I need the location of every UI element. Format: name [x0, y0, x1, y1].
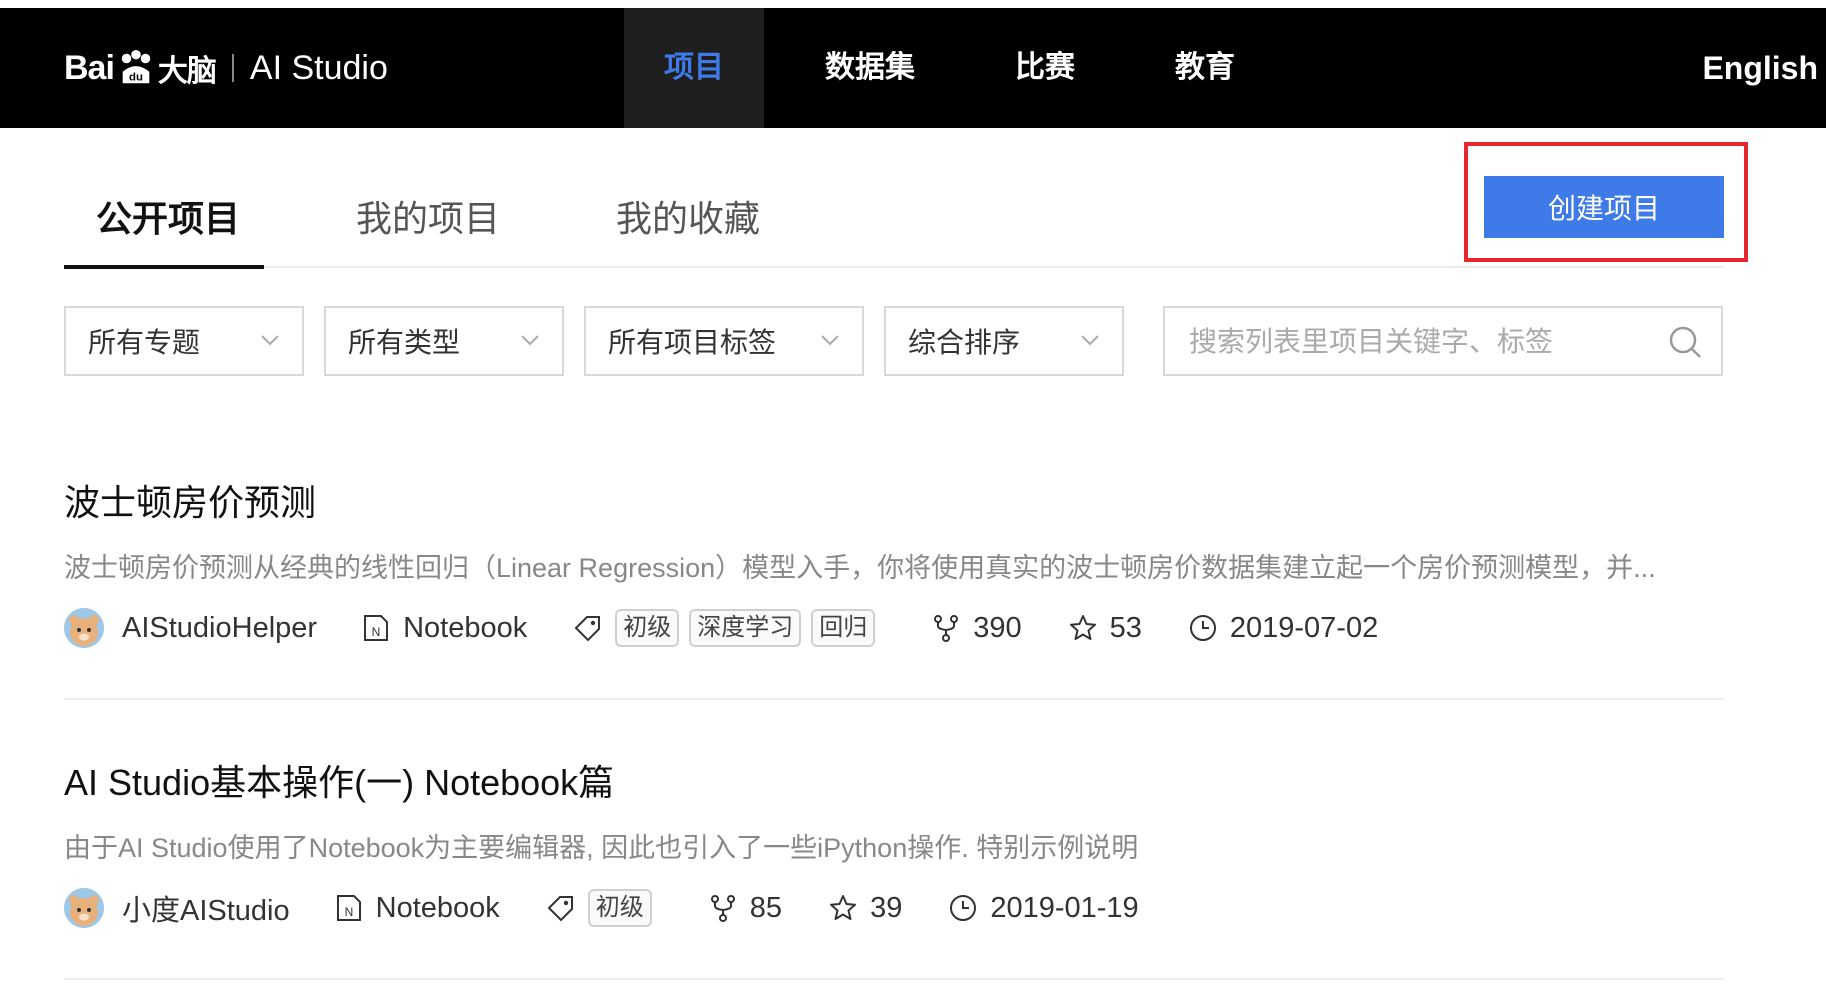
- project-description: 波士顿房价预测从经典的线性回归（Linear Regression）模型入手，你…: [64, 553, 1656, 583]
- tag-filter-dropdown[interactable]: 所有项目标签: [584, 306, 864, 376]
- project-title[interactable]: 波士顿房价预测: [64, 474, 1724, 526]
- logo-ai-studio-text: AI Studio: [249, 48, 388, 87]
- star-icon[interactable]: [828, 893, 858, 923]
- logo-baidu-text: Bai: [64, 48, 115, 87]
- project-divider: [64, 698, 1724, 700]
- star-count: 39: [870, 891, 903, 924]
- notebook-icon: N: [336, 895, 361, 921]
- project-title[interactable]: AI Studio基本操作(一) Notebook篇: [64, 754, 1724, 806]
- avatar[interactable]: [64, 888, 104, 928]
- tag-icon: [547, 896, 573, 922]
- logo-divider: [231, 54, 234, 82]
- project-divider: [64, 978, 1724, 980]
- nav-item-education[interactable]: 教育: [1130, 8, 1280, 128]
- project-date: 2019-07-02: [1229, 611, 1379, 644]
- fork-icon: [710, 895, 735, 922]
- project-item[interactable]: 波士顿房价预测 波士顿房价预测从经典的线性回归（Linear Regressio…: [64, 474, 1724, 648]
- tab-my-projects[interactable]: 我的项目: [356, 190, 500, 242]
- type-filter-dropdown[interactable]: 所有类型: [324, 306, 564, 376]
- tag-badge[interactable]: 回归: [811, 609, 876, 647]
- sort-value: 综合排序: [908, 327, 1021, 358]
- tag-icon: [574, 616, 601, 642]
- project-date: 2019-01-19: [990, 891, 1139, 924]
- baidu-paw-icon: du: [121, 49, 151, 83]
- search-icon[interactable]: [1667, 324, 1703, 360]
- project-meta: AIStudioHelper N Notebook 初级 深度学习 回归 390…: [64, 606, 1378, 650]
- sort-dropdown[interactable]: 综合排序: [884, 306, 1124, 376]
- fork-icon: [934, 615, 959, 642]
- nav-item-datasets[interactable]: 数据集: [790, 8, 950, 128]
- type-filter-value: 所有类型: [348, 327, 461, 358]
- author-name[interactable]: 小度AIStudio: [122, 887, 290, 929]
- logo-paw-text: du: [129, 71, 143, 83]
- top-nav-bar: Bai du 大脑 AI Studio 项目 数据集 比赛 教育 English: [0, 8, 1826, 128]
- tag-badge[interactable]: 初级: [587, 889, 652, 927]
- chevron-down-icon: [521, 335, 539, 346]
- topic-filter-dropdown[interactable]: 所有专题: [64, 306, 304, 376]
- notebook-icon: N: [364, 615, 389, 641]
- star-icon[interactable]: [1068, 613, 1098, 643]
- chevron-down-icon: [261, 335, 279, 346]
- fork-count: 85: [749, 891, 783, 924]
- active-tab-indicator: [64, 265, 264, 269]
- baidu-ai-studio-logo[interactable]: Bai du 大脑 AI Studio: [64, 36, 388, 100]
- bear-avatar-icon: [64, 608, 104, 648]
- bear-avatar-icon: [64, 888, 104, 928]
- svg-text:N: N: [372, 625, 381, 639]
- create-project-button[interactable]: 创建项目: [1484, 176, 1724, 238]
- chevron-down-icon: [821, 335, 839, 346]
- project-meta: 小度AIStudio N Notebook 初级 85 39 2019-01-1…: [64, 886, 1139, 930]
- logo-brain-text: 大脑: [157, 55, 217, 88]
- clock-icon: [950, 895, 977, 921]
- tab-my-favorites[interactable]: 我的收藏: [616, 190, 760, 242]
- project-type: Notebook: [403, 611, 528, 644]
- chevron-down-icon: [1081, 335, 1099, 346]
- fork-count: 390: [973, 611, 1022, 644]
- tab-public-projects[interactable]: 公开项目: [96, 190, 240, 242]
- search-input[interactable]: [1187, 308, 1651, 376]
- nav-item-projects[interactable]: 项目: [624, 8, 764, 128]
- clock-icon: [1189, 615, 1216, 641]
- language-switch[interactable]: English: [1702, 8, 1818, 128]
- topic-filter-value: 所有专题: [88, 327, 201, 358]
- avatar[interactable]: [64, 608, 104, 648]
- project-item[interactable]: AI Studio基本操作(一) Notebook篇 由于AI Studio使用…: [64, 754, 1724, 928]
- author-name[interactable]: AIStudioHelper: [122, 612, 317, 645]
- search-box: [1163, 306, 1723, 376]
- nav-item-competitions[interactable]: 比赛: [970, 8, 1120, 128]
- project-description: 由于AI Studio使用了Notebook为主要编辑器, 因此也引入了一些iP…: [64, 833, 1139, 863]
- tag-badge[interactable]: 深度学习: [689, 609, 802, 647]
- star-count: 53: [1109, 611, 1142, 644]
- svg-text:N: N: [344, 905, 353, 919]
- tag-filter-value: 所有项目标签: [608, 327, 777, 358]
- project-type: Notebook: [375, 891, 500, 924]
- tag-badge[interactable]: 初级: [615, 609, 680, 647]
